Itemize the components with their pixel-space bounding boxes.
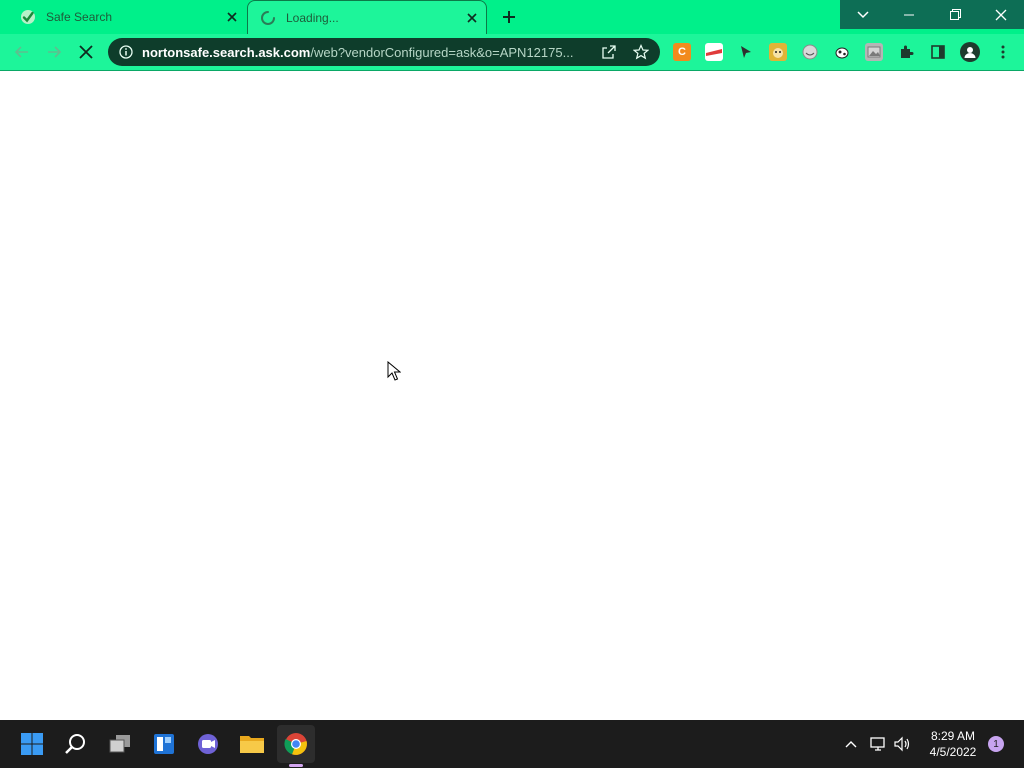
tab-safe-search[interactable]: Safe Search: [8, 0, 246, 34]
tab-search-button[interactable]: [840, 0, 886, 29]
windows-start-icon[interactable]: [13, 725, 51, 763]
url-path: /web?vendorConfigured=ask&o=APN12175...: [310, 44, 574, 60]
profile-avatar-icon[interactable]: [960, 42, 980, 62]
clock-time: 8:29 AM: [930, 729, 976, 743]
minimize-icon: [904, 14, 914, 15]
checkmark-shield-icon: [20, 9, 36, 25]
close-tab-icon[interactable]: [222, 7, 242, 27]
c-extension-icon[interactable]: C: [673, 43, 691, 61]
widgets-icon[interactable]: [145, 725, 183, 763]
pointer-extension-icon[interactable]: [737, 43, 755, 61]
cow-extension-icon[interactable]: [833, 43, 851, 61]
system-clock[interactable]: 8:29 AM 4/5/2022: [920, 728, 986, 760]
extension-label: C: [678, 46, 686, 58]
page-content: [0, 71, 1024, 720]
back-button[interactable]: [10, 40, 34, 64]
tab-title: Loading...: [286, 10, 339, 25]
clock-date: 4/5/2022: [929, 745, 977, 759]
restore-icon: [949, 9, 961, 20]
tab-loading[interactable]: Loading...: [247, 0, 487, 34]
close-window-button[interactable]: [978, 0, 1024, 29]
new-tab-button[interactable]: [497, 5, 521, 29]
close-tab-icon[interactable]: [462, 8, 482, 28]
url-host: nortonsafe.search.ask.com: [142, 44, 311, 60]
restore-button[interactable]: [932, 0, 978, 29]
network-icon[interactable]: [869, 735, 887, 753]
puzzle-extensions-icon[interactable]: [897, 43, 915, 61]
volume-icon[interactable]: [893, 735, 911, 753]
forward-arrow-icon: [48, 46, 62, 58]
mouse-pointer-icon: [387, 360, 402, 386]
bookmark-star-icon[interactable]: [633, 44, 649, 60]
back-arrow-icon: [14, 46, 28, 58]
active-app-indicator: [289, 764, 303, 767]
forward-button[interactable]: [42, 40, 66, 64]
plus-icon: [503, 11, 515, 23]
stop-loading-icon: [79, 45, 93, 59]
tab-search-icon: [857, 10, 869, 18]
tab-strip: Safe Search Loading...: [0, 0, 1024, 34]
circle-face-extension-icon[interactable]: [801, 43, 819, 61]
search-icon[interactable]: [57, 725, 95, 763]
side-panel-icon[interactable]: [929, 43, 947, 61]
address-bar[interactable]: nortonsafe.search.ask.com/web?vendorConf…: [108, 38, 660, 66]
windows-taskbar: 8:29 AM 4/5/2022: [0, 720, 1024, 768]
teams-chat-icon[interactable]: [189, 725, 227, 763]
chevron-up-icon[interactable]: [842, 735, 860, 753]
browser-toolbar: nortonsafe.search.ask.com/web?vendorConf…: [0, 34, 1024, 71]
dog-extension-icon[interactable]: [769, 43, 787, 61]
stop-loading-button[interactable]: [74, 40, 98, 64]
chrome-icon[interactable]: [277, 725, 315, 763]
task-view-icon[interactable]: [101, 725, 139, 763]
file-explorer-icon[interactable]: [233, 725, 271, 763]
tab-title: Safe Search: [46, 10, 113, 24]
loading-spinner-icon: [260, 10, 276, 26]
photo-extension-icon[interactable]: [865, 43, 883, 61]
notification-count: 1: [993, 738, 999, 750]
notification-badge[interactable]: 1: [988, 736, 1004, 752]
site-info-icon[interactable]: [118, 44, 134, 60]
minimize-button[interactable]: [886, 0, 932, 29]
url-text[interactable]: nortonsafe.search.ask.com/web?vendorConf…: [142, 45, 582, 60]
close-icon: [995, 9, 1007, 20]
red-banner-extension-icon[interactable]: [705, 43, 723, 61]
share-icon[interactable]: [601, 44, 617, 60]
kebab-menu-icon[interactable]: [994, 43, 1012, 61]
